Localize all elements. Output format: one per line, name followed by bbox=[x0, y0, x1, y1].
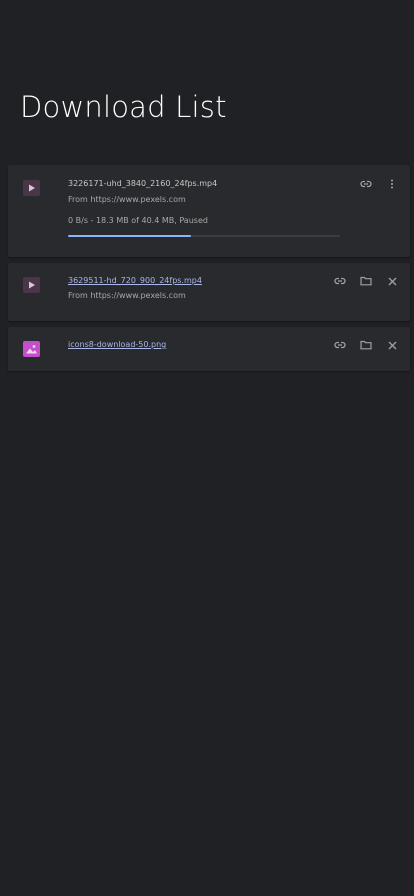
downloads-page: Download List 3226171-uhd_3840_2160_24fp… bbox=[0, 0, 414, 896]
download-item: 3629511-hd_720_900_24fps.mp4 From https:… bbox=[8, 263, 410, 321]
file-source: From https://www.pexels.com bbox=[68, 291, 186, 300]
video-file-icon bbox=[23, 180, 40, 196]
link-icon[interactable] bbox=[333, 274, 347, 288]
download-item: 3226171-uhd_3840_2160_24fps.mp4 From htt… bbox=[8, 165, 410, 257]
progress-bar bbox=[68, 235, 340, 237]
link-icon[interactable] bbox=[333, 338, 347, 352]
more-vert-icon[interactable] bbox=[385, 177, 399, 191]
file-source: From https://www.pexels.com bbox=[68, 195, 186, 204]
download-status: 0 B/s - 18.3 MB of 40.4 MB, Paused bbox=[68, 216, 208, 225]
image-file-icon bbox=[23, 341, 40, 357]
file-name-link[interactable]: 3629511-hd_720_900_24fps.mp4 bbox=[68, 276, 202, 285]
page-title: Download List bbox=[20, 90, 227, 124]
folder-icon[interactable] bbox=[359, 338, 373, 352]
progress-bar-fill bbox=[68, 235, 192, 237]
download-item: icons8-download-50.png bbox=[8, 327, 410, 371]
link-icon[interactable] bbox=[359, 177, 373, 191]
file-name-link[interactable]: icons8-download-50.png bbox=[68, 340, 166, 349]
close-icon[interactable] bbox=[385, 338, 399, 352]
close-icon[interactable] bbox=[385, 274, 399, 288]
video-file-icon bbox=[23, 277, 40, 293]
folder-icon[interactable] bbox=[359, 274, 373, 288]
file-name: 3226171-uhd_3840_2160_24fps.mp4 bbox=[68, 179, 218, 188]
